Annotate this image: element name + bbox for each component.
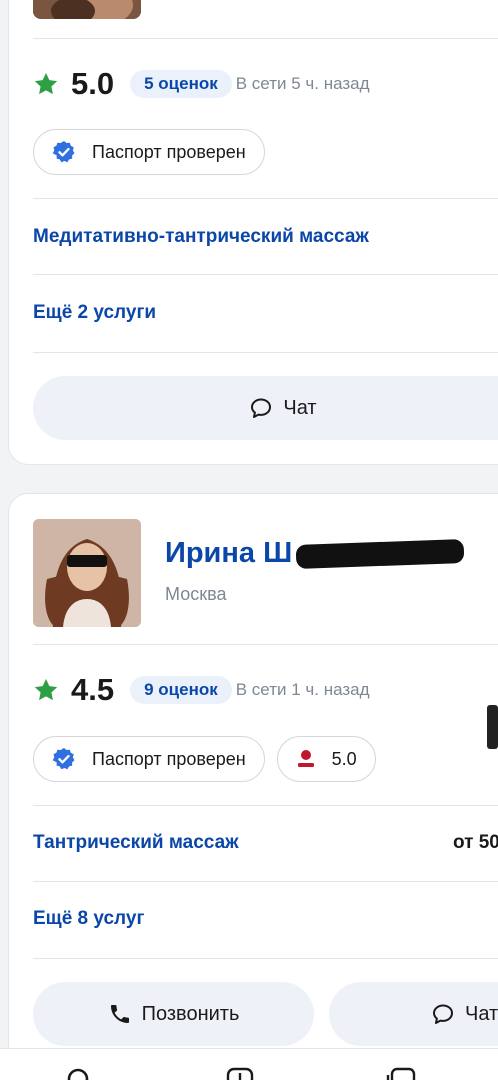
redaction-scribble — [295, 539, 465, 570]
rating-row: 5.0 5 оценок В сети 5 ч. назад — [33, 64, 370, 104]
chat-button[interactable]: Чат — [329, 982, 498, 1046]
divider — [33, 805, 498, 806]
search-icon[interactable] — [66, 1067, 94, 1080]
avatar[interactable] — [33, 0, 141, 19]
listing-name-link[interactable]: Ирина Ш — [165, 537, 465, 570]
more-services-link[interactable]: Ещё 8 услуг — [33, 908, 144, 930]
passport-verified-badge[interactable]: Паспорт проверен — [33, 129, 265, 175]
passport-verified-badge[interactable]: Паспорт проверен — [33, 736, 265, 782]
passport-verified-label: Паспорт проверен — [92, 748, 246, 769]
rating-value: 5.0 — [71, 66, 115, 101]
star-icon — [34, 678, 58, 701]
avatar[interactable] — [33, 519, 141, 627]
copy-icon[interactable] — [386, 1067, 416, 1080]
score-badge[interactable]: 5.0 — [276, 736, 376, 782]
badges-row: Паспорт проверен — [33, 129, 265, 175]
rating-row: 4.5 9 оценок В сети 1 ч. назад — [33, 670, 370, 710]
bottom-tab-bar — [0, 1048, 498, 1080]
listing-card-2[interactable]: Ирина Ш Москва 4.5 9 оценок В сети 1 ч. … — [8, 493, 498, 1080]
service-price: от 50 — [453, 832, 498, 853]
divider — [33, 644, 498, 645]
listing-card-1[interactable]: 5.0 5 оценок В сети 5 ч. назад Паспорт п… — [8, 0, 498, 465]
chat-bubble-icon — [249, 396, 273, 420]
reviews-count-link[interactable]: 5 оценок — [130, 70, 232, 98]
call-label: Позвонить — [141, 1002, 240, 1025]
online-status: В сети 5 ч. назад — [235, 74, 370, 93]
passport-verified-label: Паспорт проверен — [92, 141, 246, 162]
service-link[interactable]: Медитативно-тантрический массаж — [33, 226, 369, 248]
divider — [33, 38, 498, 39]
person-icon — [296, 749, 316, 769]
phone-icon — [108, 1002, 132, 1026]
reviews-count-link[interactable]: 9 оценок — [130, 676, 232, 704]
divider — [33, 352, 498, 353]
chat-button[interactable]: Чат — [33, 376, 498, 440]
service-link[interactable]: Тантрический массаж — [33, 832, 239, 854]
redaction-mark — [487, 705, 498, 749]
chat-label: Чат — [283, 396, 317, 419]
add-icon[interactable] — [226, 1067, 254, 1080]
verified-check-icon — [52, 140, 76, 164]
chat-label: Чат — [465, 1002, 498, 1025]
chat-bubble-icon — [431, 1002, 455, 1026]
city: Москва — [165, 584, 227, 604]
call-button[interactable]: Позвонить — [33, 982, 314, 1046]
divider — [33, 274, 498, 275]
more-services-link[interactable]: Ещё 2 услуги — [33, 302, 156, 324]
score-value: 5.0 — [331, 748, 357, 769]
star-icon — [34, 72, 58, 95]
listings-page: 5.0 5 оценок В сети 5 ч. назад Паспорт п… — [0, 0, 498, 1080]
online-status: В сети 1 ч. назад — [235, 680, 370, 699]
listing-name: Ирина Ш — [165, 537, 293, 569]
badges-row: Паспорт проверен 5.0 — [33, 736, 376, 782]
divider — [33, 198, 498, 199]
divider — [33, 881, 498, 882]
rating-value: 4.5 — [71, 672, 115, 707]
verified-check-icon — [52, 747, 76, 771]
divider — [33, 958, 498, 959]
